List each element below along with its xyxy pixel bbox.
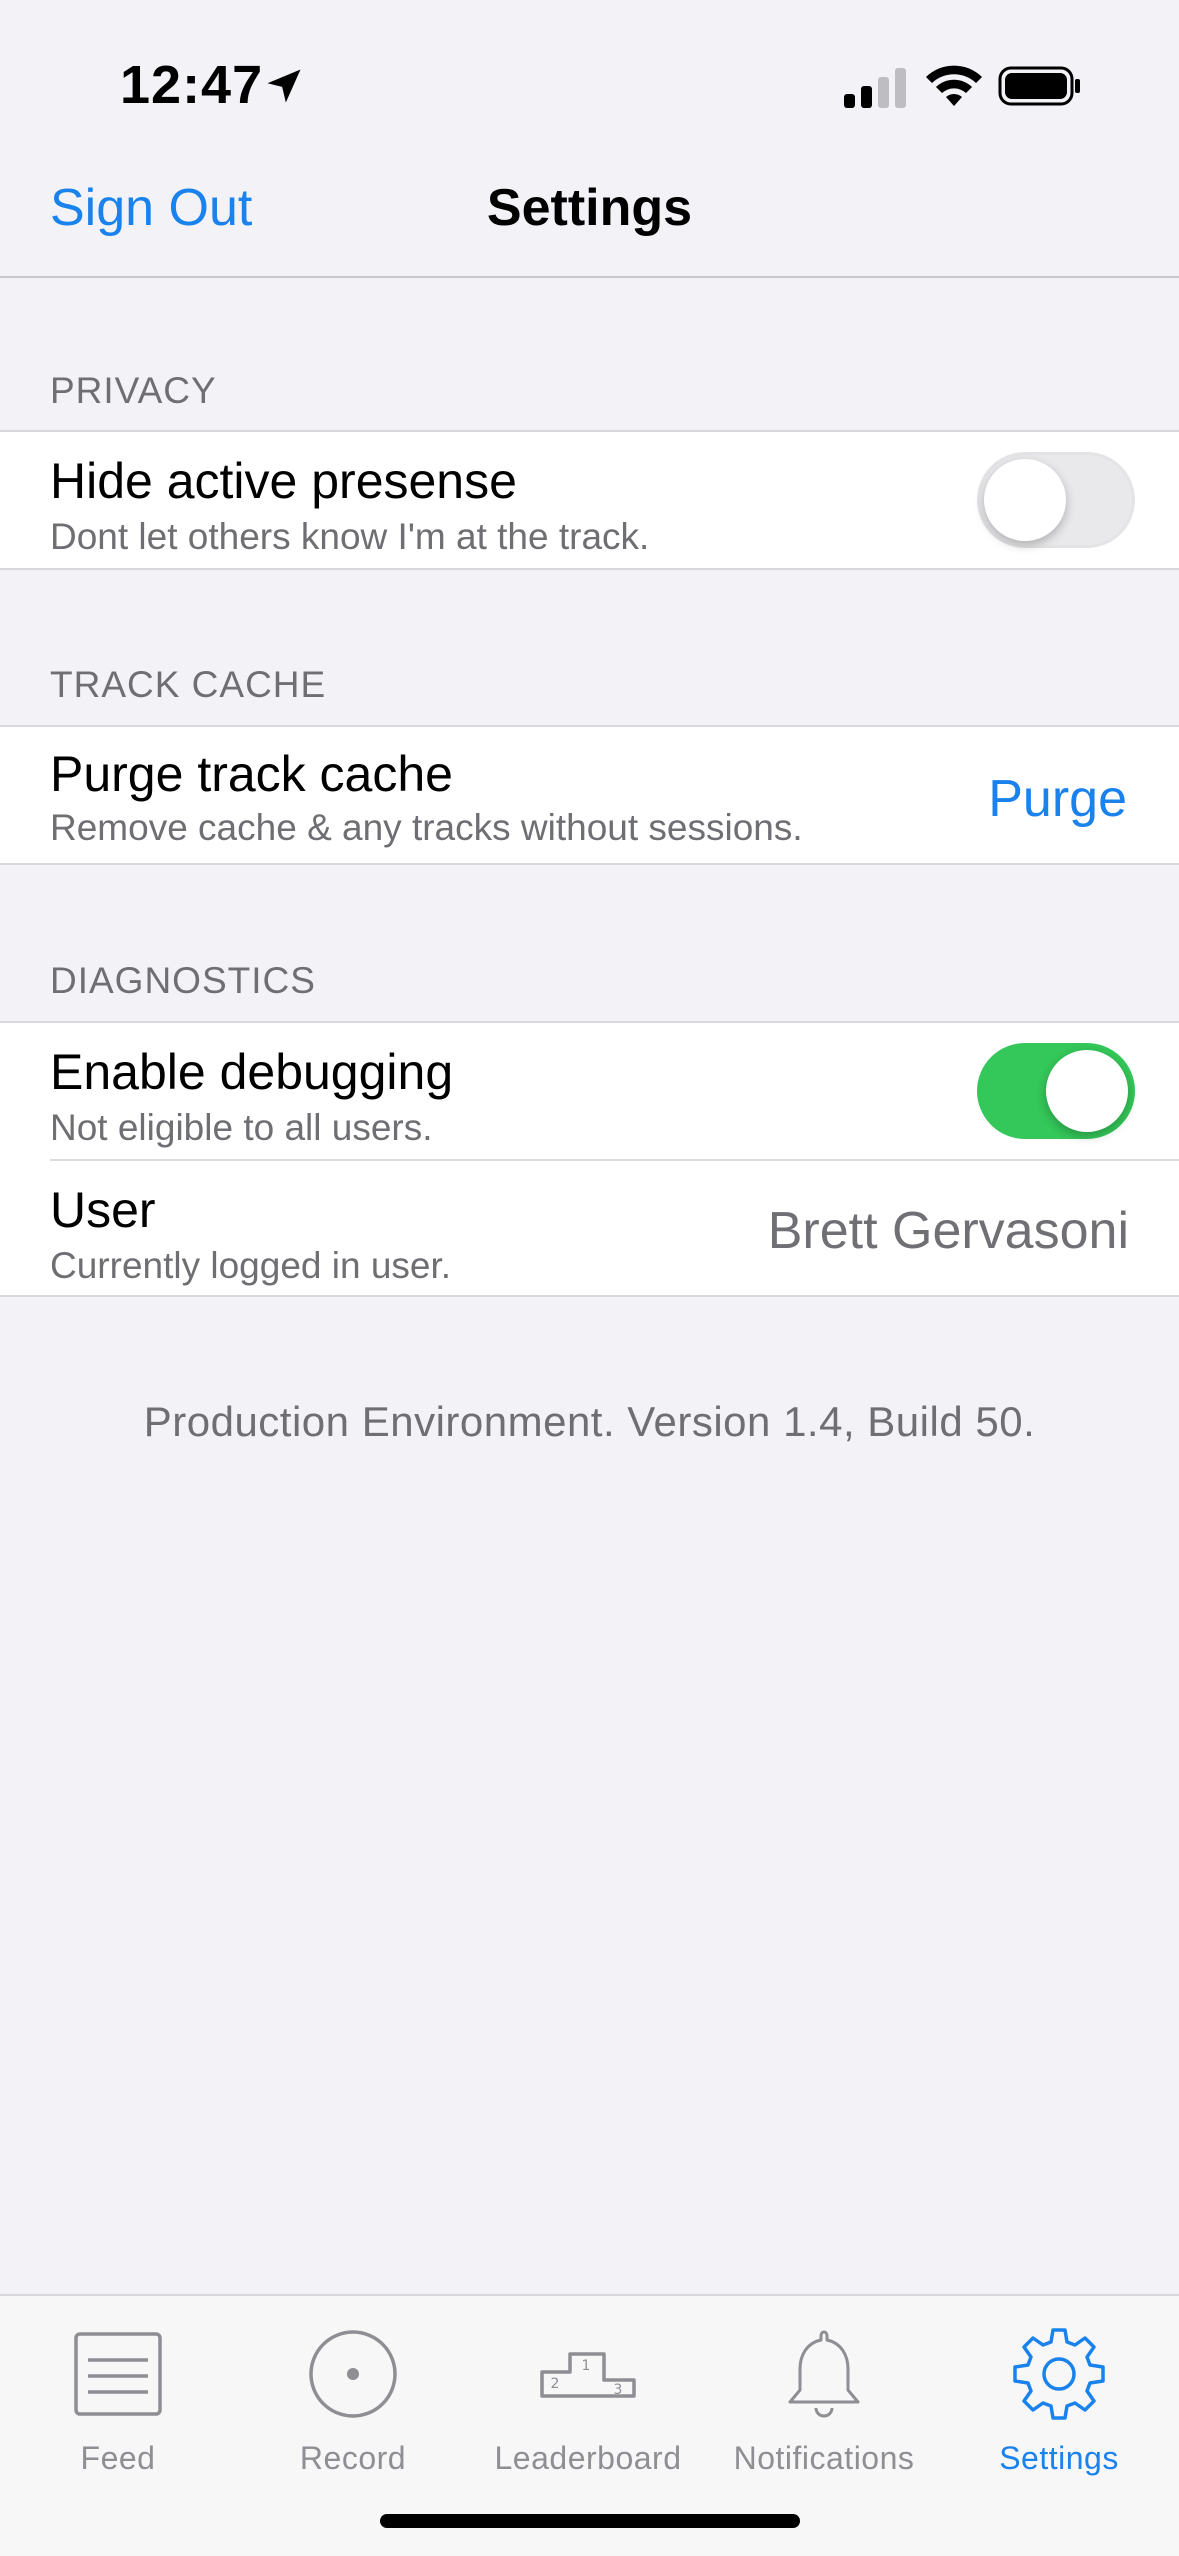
gear-icon — [1013, 2328, 1105, 2420]
user-value: Brett Gervasoni — [767, 1202, 1129, 1260]
track-cache-group: Purge track cache Remove cache & any tra… — [0, 725, 1179, 865]
hide-presence-toggle[interactable] — [977, 452, 1135, 548]
tab-record[interactable]: Record — [235, 2314, 471, 2494]
user-subtitle: Currently logged in user. — [50, 1245, 452, 1286]
settings-screen: 12:47 Sign Out Settings PRIVACY Hide act… — [0, 0, 1179, 2556]
status-bar: 12:47 — [0, 0, 1179, 150]
tab-feed[interactable]: Feed — [0, 2314, 236, 2494]
tab-notifications[interactable]: Notifications — [706, 2314, 942, 2494]
enable-debugging-subtitle: Not eligible to all users. — [50, 1107, 433, 1148]
hide-presence-row: Hide active presense Dont let others kno… — [0, 432, 1179, 568]
enable-debugging-row: Enable debugging Not eligible to all use… — [0, 1023, 1179, 1159]
hide-presence-title: Hide active presense — [50, 453, 517, 509]
privacy-group: Hide active presense Dont let others kno… — [0, 430, 1179, 570]
hide-presence-subtitle: Dont let others know I'm at the track. — [50, 516, 650, 557]
environment-version-text: Production Environment. Version 1.4, Bui… — [143, 1398, 1036, 1445]
purge-button[interactable]: Purge — [988, 769, 1127, 829]
purge-cache-row: Purge track cache Remove cache & any tra… — [0, 727, 1179, 863]
bell-icon — [788, 2330, 860, 2418]
user-row: User Currently logged in user. Brett Ger… — [0, 1159, 1179, 1295]
feed-icon — [74, 2332, 162, 2416]
podium-icon: 1 2 3 — [540, 2352, 636, 2398]
navigation-bar: Sign Out Settings — [0, 150, 1179, 278]
svg-text:2: 2 — [551, 2376, 560, 2392]
page-title: Settings — [486, 179, 693, 237]
enable-debugging-title: Enable debugging — [50, 1044, 454, 1100]
tab-settings[interactable]: Settings — [941, 2314, 1177, 2494]
tab-leaderboard-label: Leaderboard — [494, 2440, 682, 2476]
tab-settings-label: Settings — [999, 2440, 1119, 2476]
section-header-track-cache: TRACK CACHE — [50, 664, 327, 705]
user-title: User — [50, 1182, 156, 1238]
wifi-icon — [926, 65, 982, 106]
tab-feed-label: Feed — [80, 2440, 156, 2476]
tab-record-label: Record — [299, 2440, 407, 2476]
toggle-knob — [1046, 1050, 1128, 1132]
record-icon — [309, 2330, 397, 2418]
tab-notifications-label: Notifications — [733, 2440, 915, 2476]
svg-text:3: 3 — [614, 2382, 623, 2398]
status-time: 12:47 — [120, 55, 264, 115]
section-header-privacy: PRIVACY — [50, 370, 217, 411]
enable-debugging-toggle[interactable] — [977, 1043, 1135, 1139]
home-indicator — [380, 2514, 800, 2528]
purge-cache-subtitle: Remove cache & any tracks without sessio… — [50, 807, 803, 848]
section-header-diagnostics: DIAGNOSTICS — [50, 960, 316, 1001]
toggle-knob — [984, 459, 1066, 541]
cellular-signal-icon — [844, 68, 906, 108]
svg-text:1: 1 — [582, 2358, 591, 2374]
purge-cache-title: Purge track cache — [50, 746, 453, 802]
tab-leaderboard[interactable]: 1 2 3 Leaderboard — [470, 2314, 706, 2494]
location-arrow-icon — [267, 69, 301, 103]
diagnostics-group: Enable debugging Not eligible to all use… — [0, 1021, 1179, 1297]
battery-icon — [998, 66, 1080, 106]
